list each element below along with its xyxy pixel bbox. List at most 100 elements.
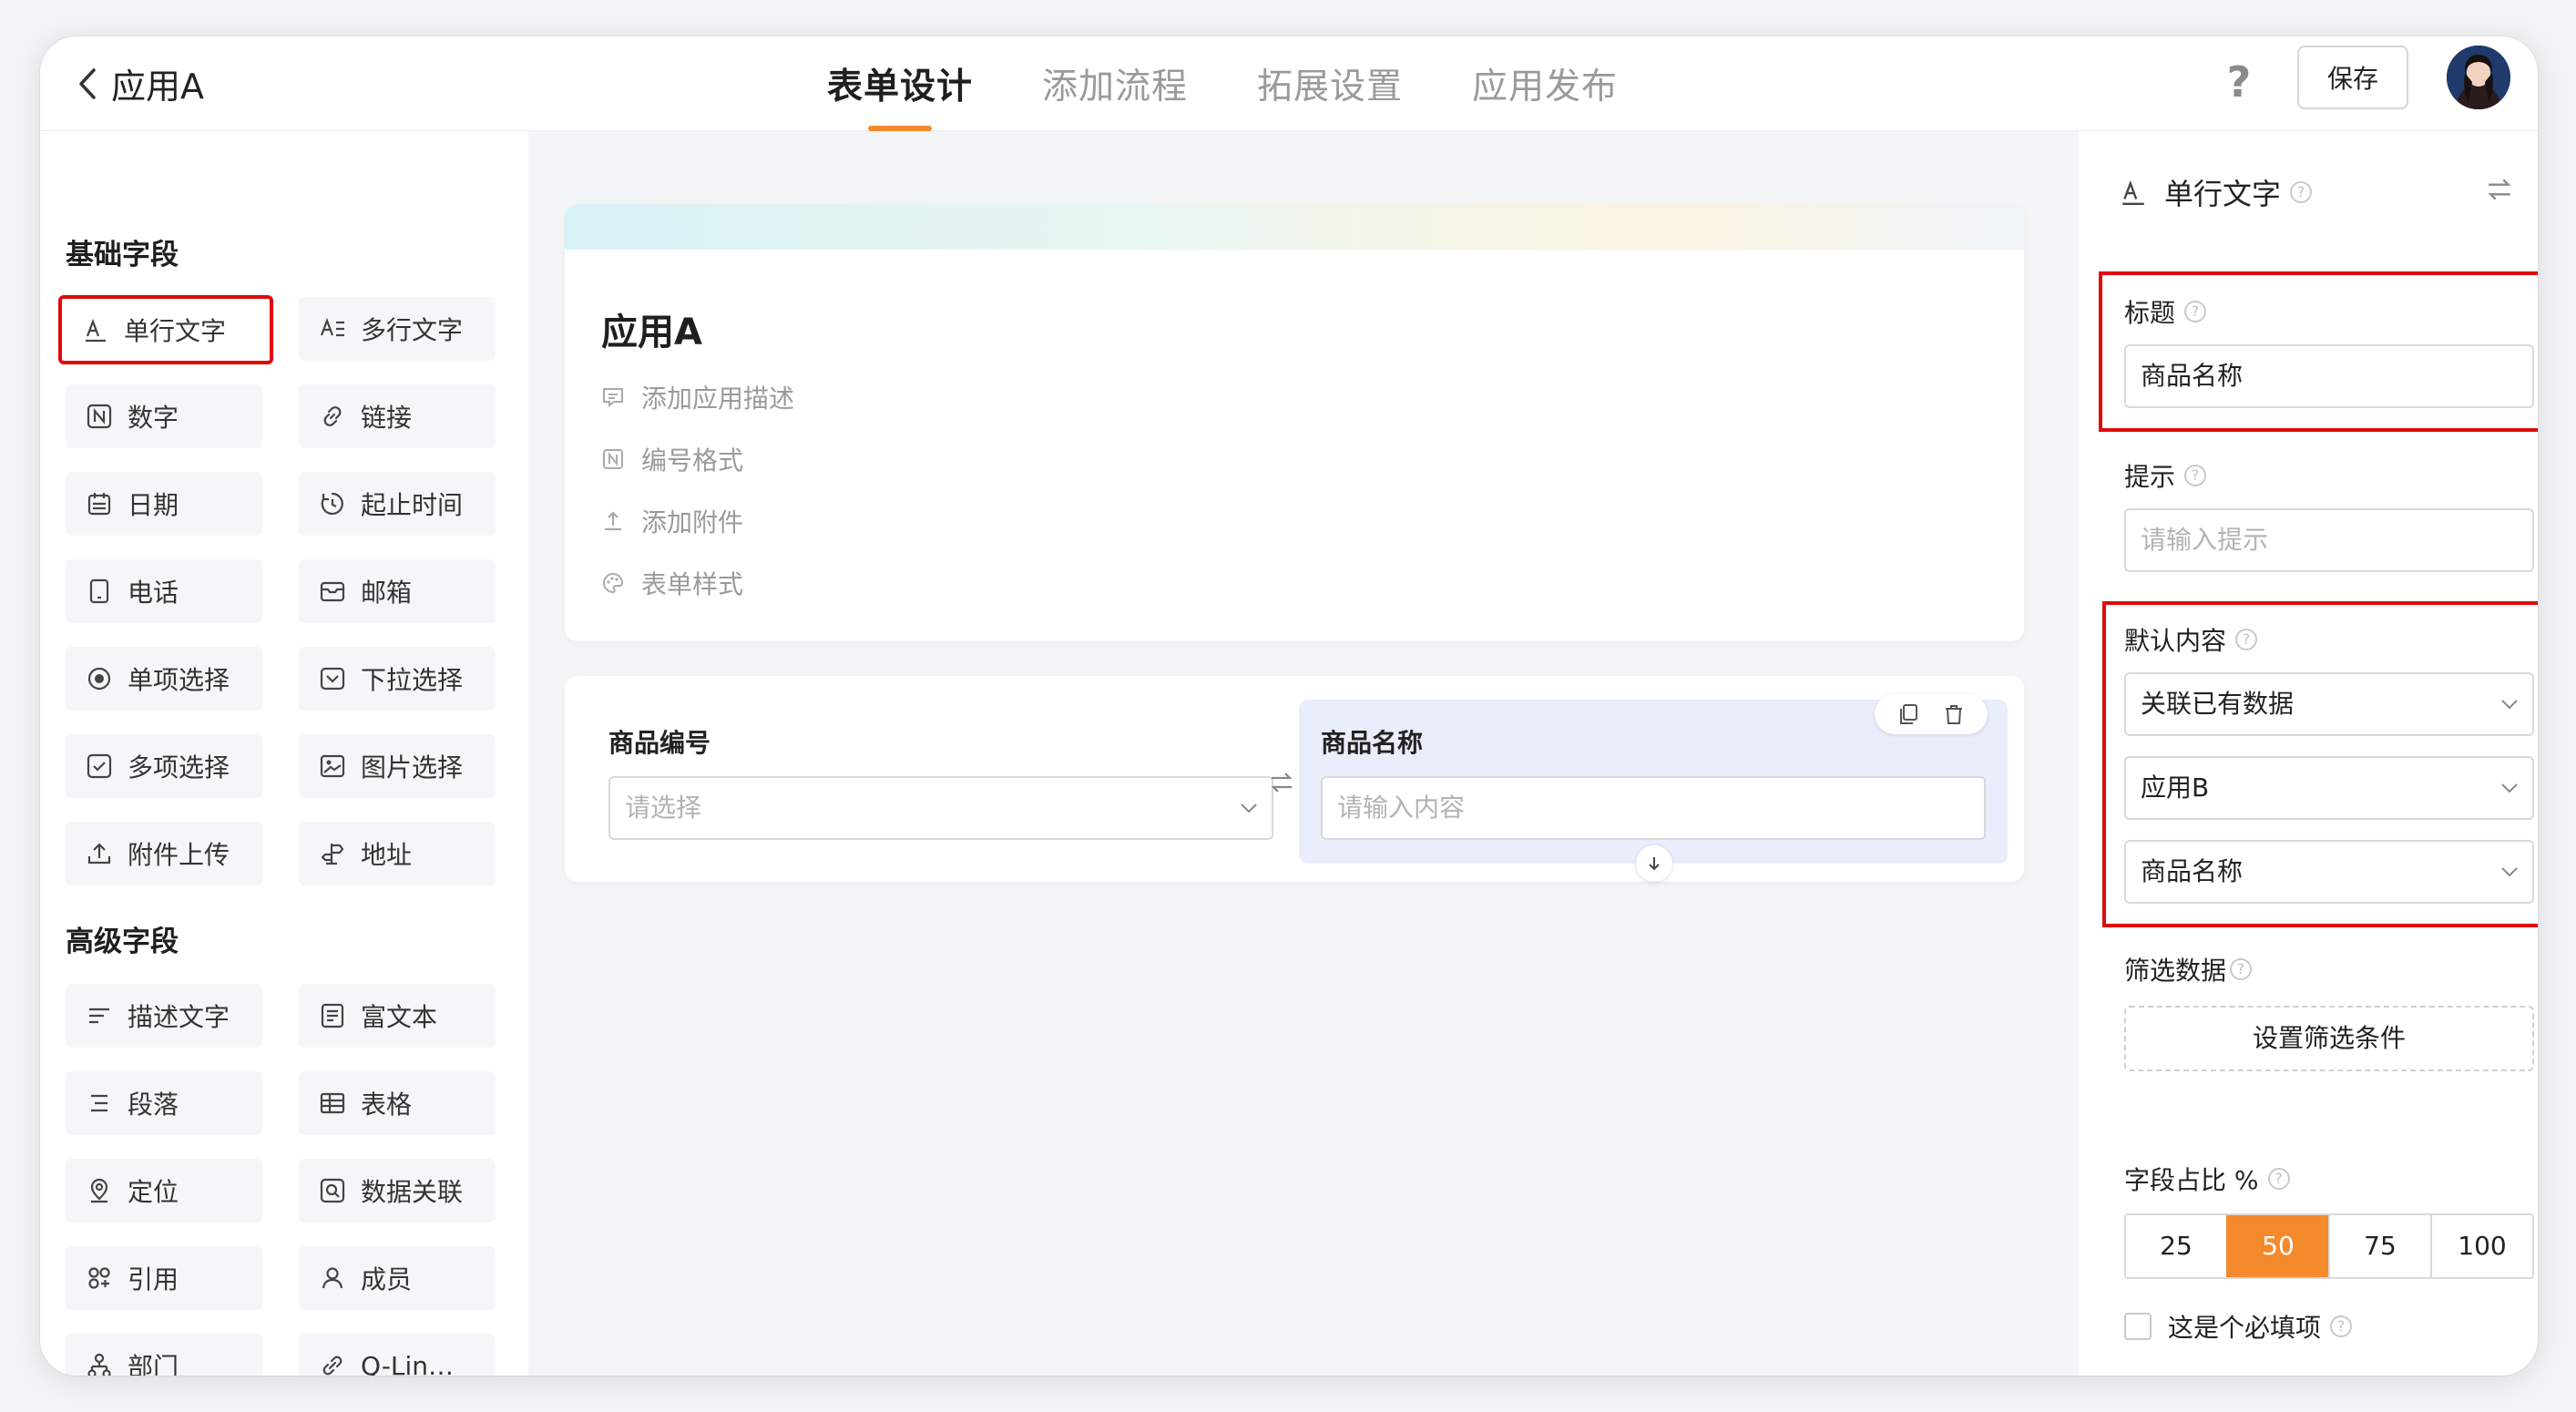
filter-label: 筛选数据 ?: [2124, 951, 2253, 987]
form-style-link[interactable]: 表单样式: [601, 565, 743, 601]
ratio-option-75[interactable]: 75: [2328, 1215, 2430, 1277]
field-single-select[interactable]: 单项选择: [66, 647, 262, 711]
field-member[interactable]: 成员: [299, 1246, 496, 1310]
form-title[interactable]: 应用A: [601, 302, 702, 355]
field-single-line-text[interactable]: 单行文字: [58, 295, 273, 364]
field-label: 附件上传: [128, 840, 230, 870]
hint-input[interactable]: 请输入提示: [2124, 508, 2534, 572]
product-name-input[interactable]: 请输入内容: [1321, 776, 1986, 840]
title-label-text: 标题: [2124, 298, 2176, 328]
field-label: 数字: [128, 403, 179, 433]
tab-app-publish[interactable]: 应用发布: [1472, 36, 1618, 131]
field-department[interactable]: 部门: [66, 1334, 262, 1376]
radio-icon: [86, 665, 113, 692]
field-date[interactable]: 日期: [66, 472, 262, 536]
field-attachment[interactable]: 附件上传: [66, 822, 262, 885]
field-label: 富文本: [361, 1002, 438, 1032]
ratio-label-text: 字段占比 %: [2124, 1165, 2259, 1195]
help-circle-icon[interactable]: ?: [2184, 465, 2207, 486]
palette-icon: [601, 571, 625, 595]
switch-type-icon[interactable]: [2485, 175, 2514, 204]
swap-icon[interactable]: [1268, 769, 1295, 796]
field-label: Q-Lin…: [361, 1350, 455, 1376]
selected-field[interactable]: 商品名称 请输入内容: [1299, 694, 2008, 864]
copy-icon[interactable]: [1896, 702, 1920, 726]
attachment-upload-icon: [601, 509, 625, 533]
product-code-select[interactable]: 请选择: [608, 776, 1273, 840]
ratio-option-25[interactable]: 25: [2126, 1215, 2226, 1277]
help-circle-icon[interactable]: ?: [2330, 1315, 2353, 1337]
tab-extend-settings[interactable]: 拓展设置: [1257, 36, 1403, 131]
field-reference[interactable]: 引用: [66, 1246, 262, 1310]
title-input[interactable]: 商品名称: [2124, 344, 2534, 408]
default-source-select[interactable]: 关联已有数据: [2124, 672, 2534, 736]
field-link[interactable]: 链接: [299, 384, 496, 448]
move-down-icon[interactable]: [1636, 845, 1672, 882]
calendar-icon: [86, 490, 113, 517]
tab-form-design[interactable]: 表单设计: [827, 36, 973, 131]
field-label: 地址: [361, 840, 413, 870]
help-icon-glyph: ?: [2226, 57, 2252, 107]
field-label: 邮箱: [361, 578, 413, 608]
advanced-fields-title: 高级字段: [66, 926, 179, 958]
add-attachment-link[interactable]: 添加附件: [601, 503, 743, 539]
help-circle-icon[interactable]: ?: [2290, 181, 2313, 203]
ratio-option-50[interactable]: 50: [2226, 1215, 2328, 1277]
location-icon: [86, 1177, 113, 1204]
ratio-option-100[interactable]: 100: [2430, 1215, 2532, 1277]
number-format-link[interactable]: 编号格式: [601, 441, 743, 477]
field2-label: 商品名称: [1321, 728, 1424, 758]
trash-icon[interactable]: [1942, 702, 1966, 726]
field-label: 起止时间: [361, 490, 464, 520]
field-number[interactable]: 数字: [66, 384, 262, 448]
field-label: 表格: [361, 1090, 413, 1120]
required-checkbox[interactable]: [2124, 1313, 2152, 1340]
help-circle-icon[interactable]: ?: [2235, 629, 2258, 650]
field-table[interactable]: 表格: [299, 1071, 496, 1135]
field-phone[interactable]: 电话: [66, 559, 262, 623]
time-range-icon: [319, 490, 346, 517]
number-format-icon: [601, 447, 625, 471]
field-mail[interactable]: 邮箱: [299, 559, 496, 623]
hint-label-text: 提示: [2124, 462, 2176, 492]
field-rich-text[interactable]: 富文本: [299, 984, 496, 1048]
field-location[interactable]: 定位: [66, 1159, 262, 1223]
back-icon[interactable]: [66, 60, 109, 107]
field-dropdown[interactable]: 下拉选择: [299, 647, 496, 711]
field-label: 定位: [128, 1177, 179, 1207]
field-time-range[interactable]: 起止时间: [299, 472, 496, 536]
field-data-link[interactable]: 数据关联: [299, 1159, 496, 1223]
help-circle-icon[interactable]: ?: [2230, 958, 2253, 980]
help-icon[interactable]: ?: [2213, 55, 2264, 109]
default-app-select[interactable]: 应用B: [2124, 756, 2534, 820]
avatar[interactable]: [2447, 46, 2510, 109]
description-icon: [86, 1002, 113, 1029]
default-field-select[interactable]: 商品名称: [2124, 840, 2534, 904]
field-label: 段落: [128, 1090, 179, 1120]
address-icon: [319, 840, 346, 867]
panel-header: 单行文字 ?: [2119, 171, 2313, 213]
department-icon: [86, 1352, 113, 1376]
dropdown-icon: [319, 665, 346, 692]
field-paragraph[interactable]: 段落: [66, 1071, 262, 1135]
field-address[interactable]: 地址: [299, 822, 496, 885]
reference-icon: [86, 1264, 113, 1292]
field-label: 多行文字: [361, 315, 464, 345]
field-toolbar: [1875, 694, 1988, 734]
field-multi-line-text[interactable]: 多行文字: [299, 297, 496, 361]
link-icon: [319, 403, 346, 430]
paragraph-icon: [86, 1090, 113, 1117]
set-filter-button[interactable]: 设置筛选条件: [2124, 1006, 2534, 1071]
member-icon: [319, 1264, 346, 1292]
number-icon: [86, 403, 113, 430]
help-circle-icon[interactable]: ?: [2184, 301, 2207, 322]
field-q-link[interactable]: Q-Lin…: [299, 1334, 496, 1376]
required-option[interactable]: 这是个必填项 ?: [2124, 1308, 2353, 1345]
add-description-link[interactable]: 添加应用描述: [601, 379, 794, 415]
field-multi-select[interactable]: 多项选择: [66, 734, 262, 798]
help-circle-icon[interactable]: ?: [2267, 1168, 2290, 1190]
field-image-select[interactable]: 图片选择: [299, 734, 496, 798]
tab-add-flow[interactable]: 添加流程: [1042, 36, 1188, 131]
save-button[interactable]: 保存: [2297, 46, 2408, 109]
field-description[interactable]: 描述文字: [66, 984, 262, 1048]
